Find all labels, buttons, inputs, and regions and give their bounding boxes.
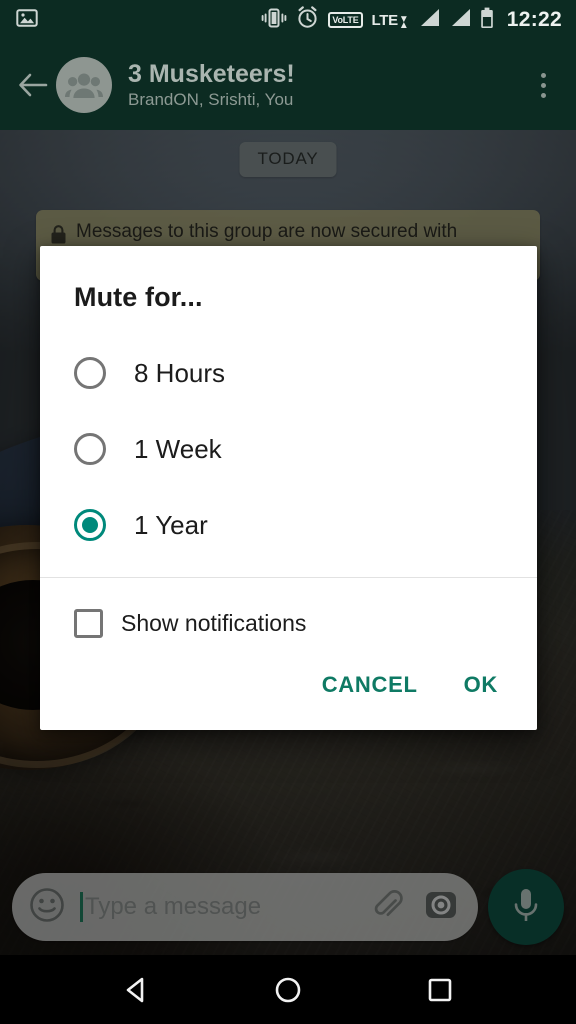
mute-for-dialog: Mute for... 8 Hours 1 Week 1 Year Show n…: [40, 246, 537, 730]
lte-data-arrows: ▼ ▲: [398, 14, 409, 31]
battery-icon: [480, 7, 494, 34]
nav-back-icon[interactable]: [119, 973, 153, 1007]
chat-header-titles[interactable]: 3 Musketeers! BrandON, Srishti, You: [128, 60, 526, 110]
ok-button[interactable]: OK: [462, 666, 500, 704]
dialog-title: Mute for...: [74, 282, 203, 312]
photo-icon: [16, 7, 38, 34]
signal-bars-1-icon: [418, 8, 440, 33]
radio-button-icon: [74, 433, 106, 465]
radio-dot: [82, 441, 98, 457]
radio-dot: [82, 365, 98, 381]
radio-option-8-hours[interactable]: 8 Hours: [40, 335, 537, 411]
phone-screen: TODAY Messages to this group are now sec…: [0, 0, 576, 1024]
checkbox-label: Show notifications: [121, 610, 307, 636]
radio-button-selected-icon: [74, 509, 106, 541]
more-vertical-icon[interactable]: [526, 65, 560, 105]
dialog-action-buttons: CANCEL OK: [40, 638, 537, 730]
android-navigation-bar: [0, 955, 576, 1024]
chat-participants: BrandON, Srishti, You: [128, 89, 294, 109]
chat-app-bar: 3 Musketeers! BrandON, Srishti, You: [0, 40, 576, 130]
radio-button-icon: [74, 357, 106, 389]
nav-recents-icon[interactable]: [423, 973, 457, 1007]
menu-dot: [540, 92, 546, 98]
radio-option-label: 8 Hours: [134, 357, 226, 388]
radio-dot: [82, 517, 98, 533]
chat-title: 3 Musketeers!: [128, 59, 295, 88]
volte-icon: VoLTE: [328, 12, 363, 28]
menu-dot: [540, 82, 546, 88]
lte-icon: LTE ▼ ▲: [371, 11, 409, 31]
menu-dot: [540, 72, 546, 78]
mute-duration-radio-group: 8 Hours 1 Week 1 Year: [40, 313, 537, 577]
nav-home-icon[interactable]: [271, 973, 305, 1007]
group-avatar-icon[interactable]: [56, 57, 112, 113]
radio-option-label: 1 Year: [134, 509, 208, 540]
cancel-button[interactable]: CANCEL: [320, 666, 420, 704]
lte-label: LTE: [371, 11, 399, 29]
radio-option-1-week[interactable]: 1 Week: [40, 411, 537, 487]
signal-bars-2-icon: [449, 8, 471, 33]
show-notifications-checkbox-row[interactable]: Show notifications: [40, 578, 537, 638]
checkbox-unchecked-icon[interactable]: [74, 609, 103, 638]
status-bar-clock: 12:22: [506, 8, 562, 31]
status-bar: VoLTE LTE ▼ ▲ 12:22: [0, 0, 576, 40]
vibrate-icon: [261, 7, 287, 34]
back-arrow-icon[interactable]: [16, 68, 50, 102]
radio-option-1-year[interactable]: 1 Year: [40, 487, 537, 563]
alarm-icon: [296, 6, 319, 34]
radio-option-label: 1 Week: [134, 433, 222, 464]
